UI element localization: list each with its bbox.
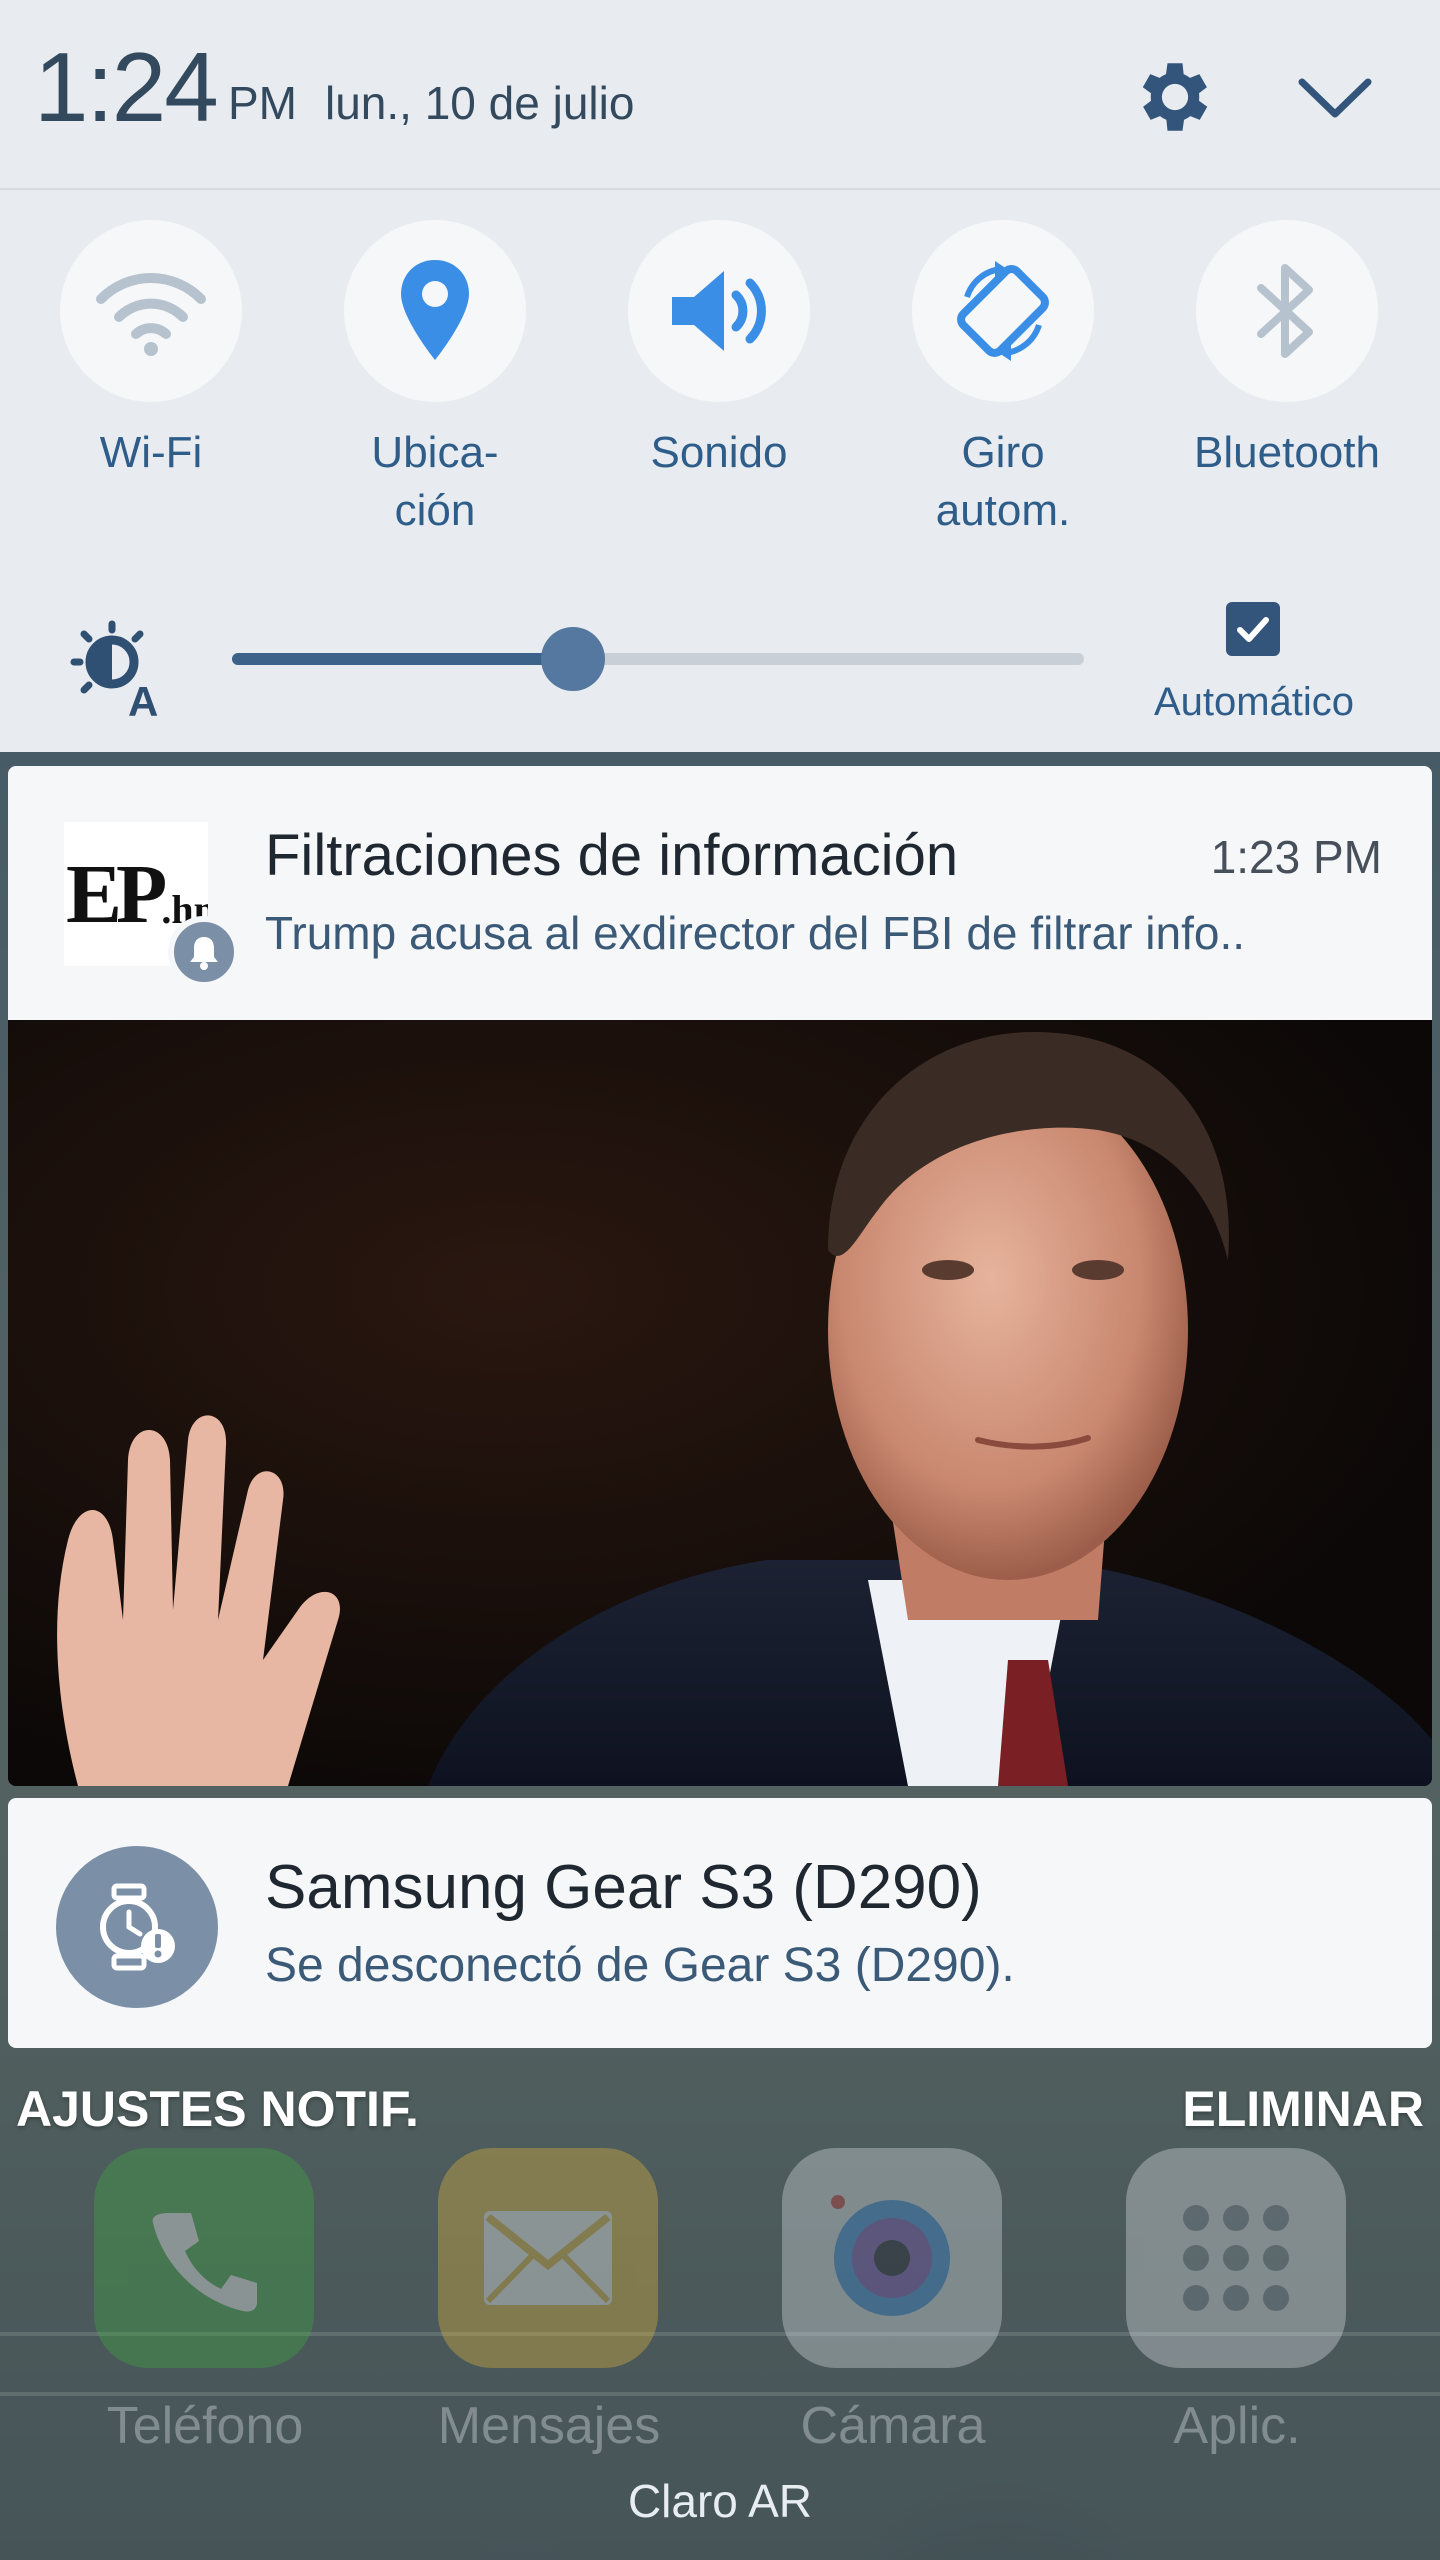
toggle-location[interactable]: Ubica- ción — [302, 220, 562, 550]
chevron-down-icon — [1298, 78, 1372, 118]
dock-app-label: Cámara — [800, 2397, 986, 2455]
notification-news[interactable]: EP .hn Filtraciones de información 1:23 P… — [8, 766, 1432, 1786]
divider — [0, 188, 1440, 190]
notification-settings-button[interactable]: AJUSTES NOTIF. — [16, 2080, 419, 2138]
toggle-rotate-circle[interactable] — [912, 220, 1094, 402]
auto-rotate-icon — [957, 261, 1049, 361]
dock-app-camera[interactable]: Cámara — [728, 2148, 1028, 2455]
toggle-auto-rotate[interactable]: Giro autom. — [870, 220, 1130, 550]
dock-app-apps[interactable]: Aplic. — [1072, 2148, 1372, 2455]
settings-gear-button[interactable] — [1130, 52, 1220, 142]
dock-app-label: Mensajes — [437, 2397, 661, 2455]
quick-toggles: Wi-Fi Ubica- ción Sonido Giro autom. Blu… — [0, 220, 1440, 550]
toggle-bluetooth-circle[interactable] — [1196, 220, 1378, 402]
speaker-icon — [672, 271, 766, 351]
brightness-row: A Automático — [0, 580, 1440, 740]
notification-actions: AJUSTES NOTIF. ELIMINAR — [0, 2080, 1440, 2140]
auto-brightness-label: Automático — [1153, 680, 1355, 724]
toggle-location-circle[interactable] — [344, 220, 526, 402]
notification-gear[interactable]: Samsung Gear S3 (D290) Se desconectó de … — [8, 1798, 1432, 2048]
date-label[interactable]: lun., 10 de julio — [325, 80, 634, 126]
home-dock: Teléfono Mensajes Cámara Aplic. — [0, 2148, 1440, 2455]
brightness-slider-fill — [232, 653, 573, 665]
notification-text: Se desconectó de Gear S3 (D290). — [265, 1939, 1015, 1992]
toggle-sound-label: Sonido — [650, 428, 788, 477]
svg-text:A: A — [128, 678, 158, 720]
toggle-bluetooth-label: Bluetooth — [1194, 428, 1380, 477]
smartwatch-alert-icon — [56, 1846, 218, 2008]
bluetooth-icon — [1257, 264, 1313, 358]
location-pin-icon — [401, 260, 469, 360]
wifi-icon — [96, 272, 206, 356]
apps-grid-icon — [1126, 2148, 1346, 2368]
toggle-wifi-label: Wi-Fi — [99, 428, 203, 477]
notification-title: Samsung Gear S3 (D290) — [265, 1853, 982, 1922]
toggle-bluetooth[interactable]: Bluetooth — [1154, 220, 1414, 550]
status-row: 1:24 PM lun., 10 de julio — [0, 0, 1440, 190]
brightness-slider[interactable] — [232, 627, 1084, 691]
brightness-slider-thumb[interactable] — [540, 627, 605, 691]
expand-panel-button[interactable] — [1290, 62, 1380, 132]
carrier-label: Claro AR — [627, 2475, 813, 2527]
clock-time: 1:24 — [34, 32, 219, 142]
camera-icon — [782, 2148, 1002, 2368]
bell-icon — [168, 916, 240, 988]
dock-app-label: Teléfono — [106, 2397, 304, 2455]
toggle-rotate-label: Giro autom. — [935, 428, 1071, 535]
toggle-sound[interactable]: Sonido — [586, 220, 846, 550]
brightness-auto-icon: A — [70, 620, 170, 725]
clock-ampm: PM — [228, 77, 297, 129]
checkmark-icon — [1237, 617, 1269, 642]
toggle-wifi-circle[interactable] — [60, 220, 242, 402]
quick-settings-panel: 1:24 PM lun., 10 de julio Wi-Fi Ubica- c… — [0, 0, 1440, 752]
notification-time: 1:23 PM — [1210, 831, 1382, 883]
notification-text: Trump acusa al exdirector del FBI de fil… — [265, 907, 1246, 959]
gear-icon — [1142, 63, 1208, 131]
notification-photo[interactable] — [8, 1020, 1432, 1786]
toggle-sound-circle[interactable] — [628, 220, 810, 402]
toggle-wifi[interactable]: Wi-Fi — [18, 220, 278, 550]
phone-icon — [94, 2148, 314, 2368]
notification-header[interactable]: EP .hn Filtraciones de información 1:23 P… — [8, 766, 1432, 1018]
notification-title: Filtraciones de información — [265, 823, 959, 888]
envelope-icon — [438, 2148, 658, 2368]
toggle-location-label: Ubica- ción — [371, 428, 499, 535]
dock-app-messages[interactable]: Mensajes — [384, 2148, 684, 2455]
clear-all-button[interactable]: ELIMINAR — [1182, 2080, 1424, 2138]
dock-app-label: Aplic. — [1173, 2397, 1301, 2455]
auto-brightness-checkbox[interactable] — [1226, 602, 1280, 656]
dock-app-phone[interactable]: Teléfono — [40, 2148, 340, 2455]
